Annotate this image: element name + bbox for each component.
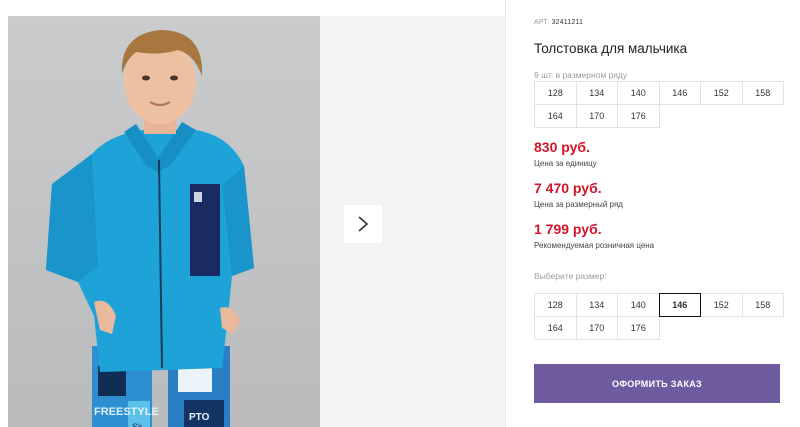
choose-size-label: Выберите размер:	[534, 271, 607, 281]
size-option[interactable]: 164	[534, 316, 577, 340]
product-gallery: FREESTYLE Sk PTO	[8, 16, 506, 427]
size-option[interactable]: 170	[575, 316, 618, 340]
size-row-cell: 134	[575, 81, 618, 105]
size-option[interactable]: 140	[617, 293, 660, 317]
unit-price: 830 руб.	[534, 139, 590, 155]
size-option-selected[interactable]: 146	[658, 293, 701, 317]
size-option[interactable]: 152	[700, 293, 743, 317]
size-row-cell: 176	[617, 104, 660, 128]
print-text-3: PTO	[189, 412, 210, 423]
size-selector: 128 134 140 146 152 158 164 170 176	[534, 293, 784, 340]
size-row-cell: 158	[741, 81, 784, 105]
chevron-right-icon	[358, 216, 369, 232]
size-row-cell: 164	[534, 104, 577, 128]
size-row-note: 9 шт. в размерном ряду	[534, 70, 628, 80]
gallery-next-button[interactable]	[344, 205, 382, 243]
size-row-cell: 146	[658, 81, 701, 105]
size-row-cell: 152	[700, 81, 743, 105]
article-number: АРТ. 32411211	[534, 19, 583, 26]
print-text-1: FREESTYLE	[94, 406, 159, 418]
size-option[interactable]: 176	[617, 316, 660, 340]
place-order-button[interactable]: ОФОРМИТЬ ЗАКАЗ	[534, 364, 780, 403]
size-row-cell: 128	[534, 81, 577, 105]
size-row-cell: 140	[617, 81, 660, 105]
print-text-2: Sk	[132, 422, 143, 427]
size-option[interactable]: 158	[741, 293, 784, 317]
size-row-table: 128 134 140 146 152 158 164 170 176	[534, 81, 784, 128]
row-price: 7 470 руб.	[534, 180, 602, 196]
panel-divider	[505, 0, 506, 427]
product-photo: FREESTYLE Sk PTO	[8, 16, 320, 427]
size-option[interactable]: 128	[534, 293, 577, 317]
product-page: FREESTYLE Sk PTO АРТ. 32411211 Толстовка…	[0, 0, 800, 427]
article-label: АРТ.	[534, 19, 550, 26]
size-row-cell: 170	[575, 104, 618, 128]
row-price-label: Цена за размерный ряд	[534, 200, 623, 209]
size-option[interactable]: 134	[575, 293, 618, 317]
article-value: 32411211	[551, 19, 584, 26]
retail-price: 1 799 руб.	[534, 221, 602, 237]
retail-price-label: Рекомендуемая розничная цена	[534, 241, 655, 250]
unit-price-label: Цена за единицу	[534, 159, 597, 168]
boy-in-fleece-illustration: FREESTYLE Sk PTO	[46, 30, 254, 427]
product-title: Толстовка для мальчика	[534, 41, 688, 56]
